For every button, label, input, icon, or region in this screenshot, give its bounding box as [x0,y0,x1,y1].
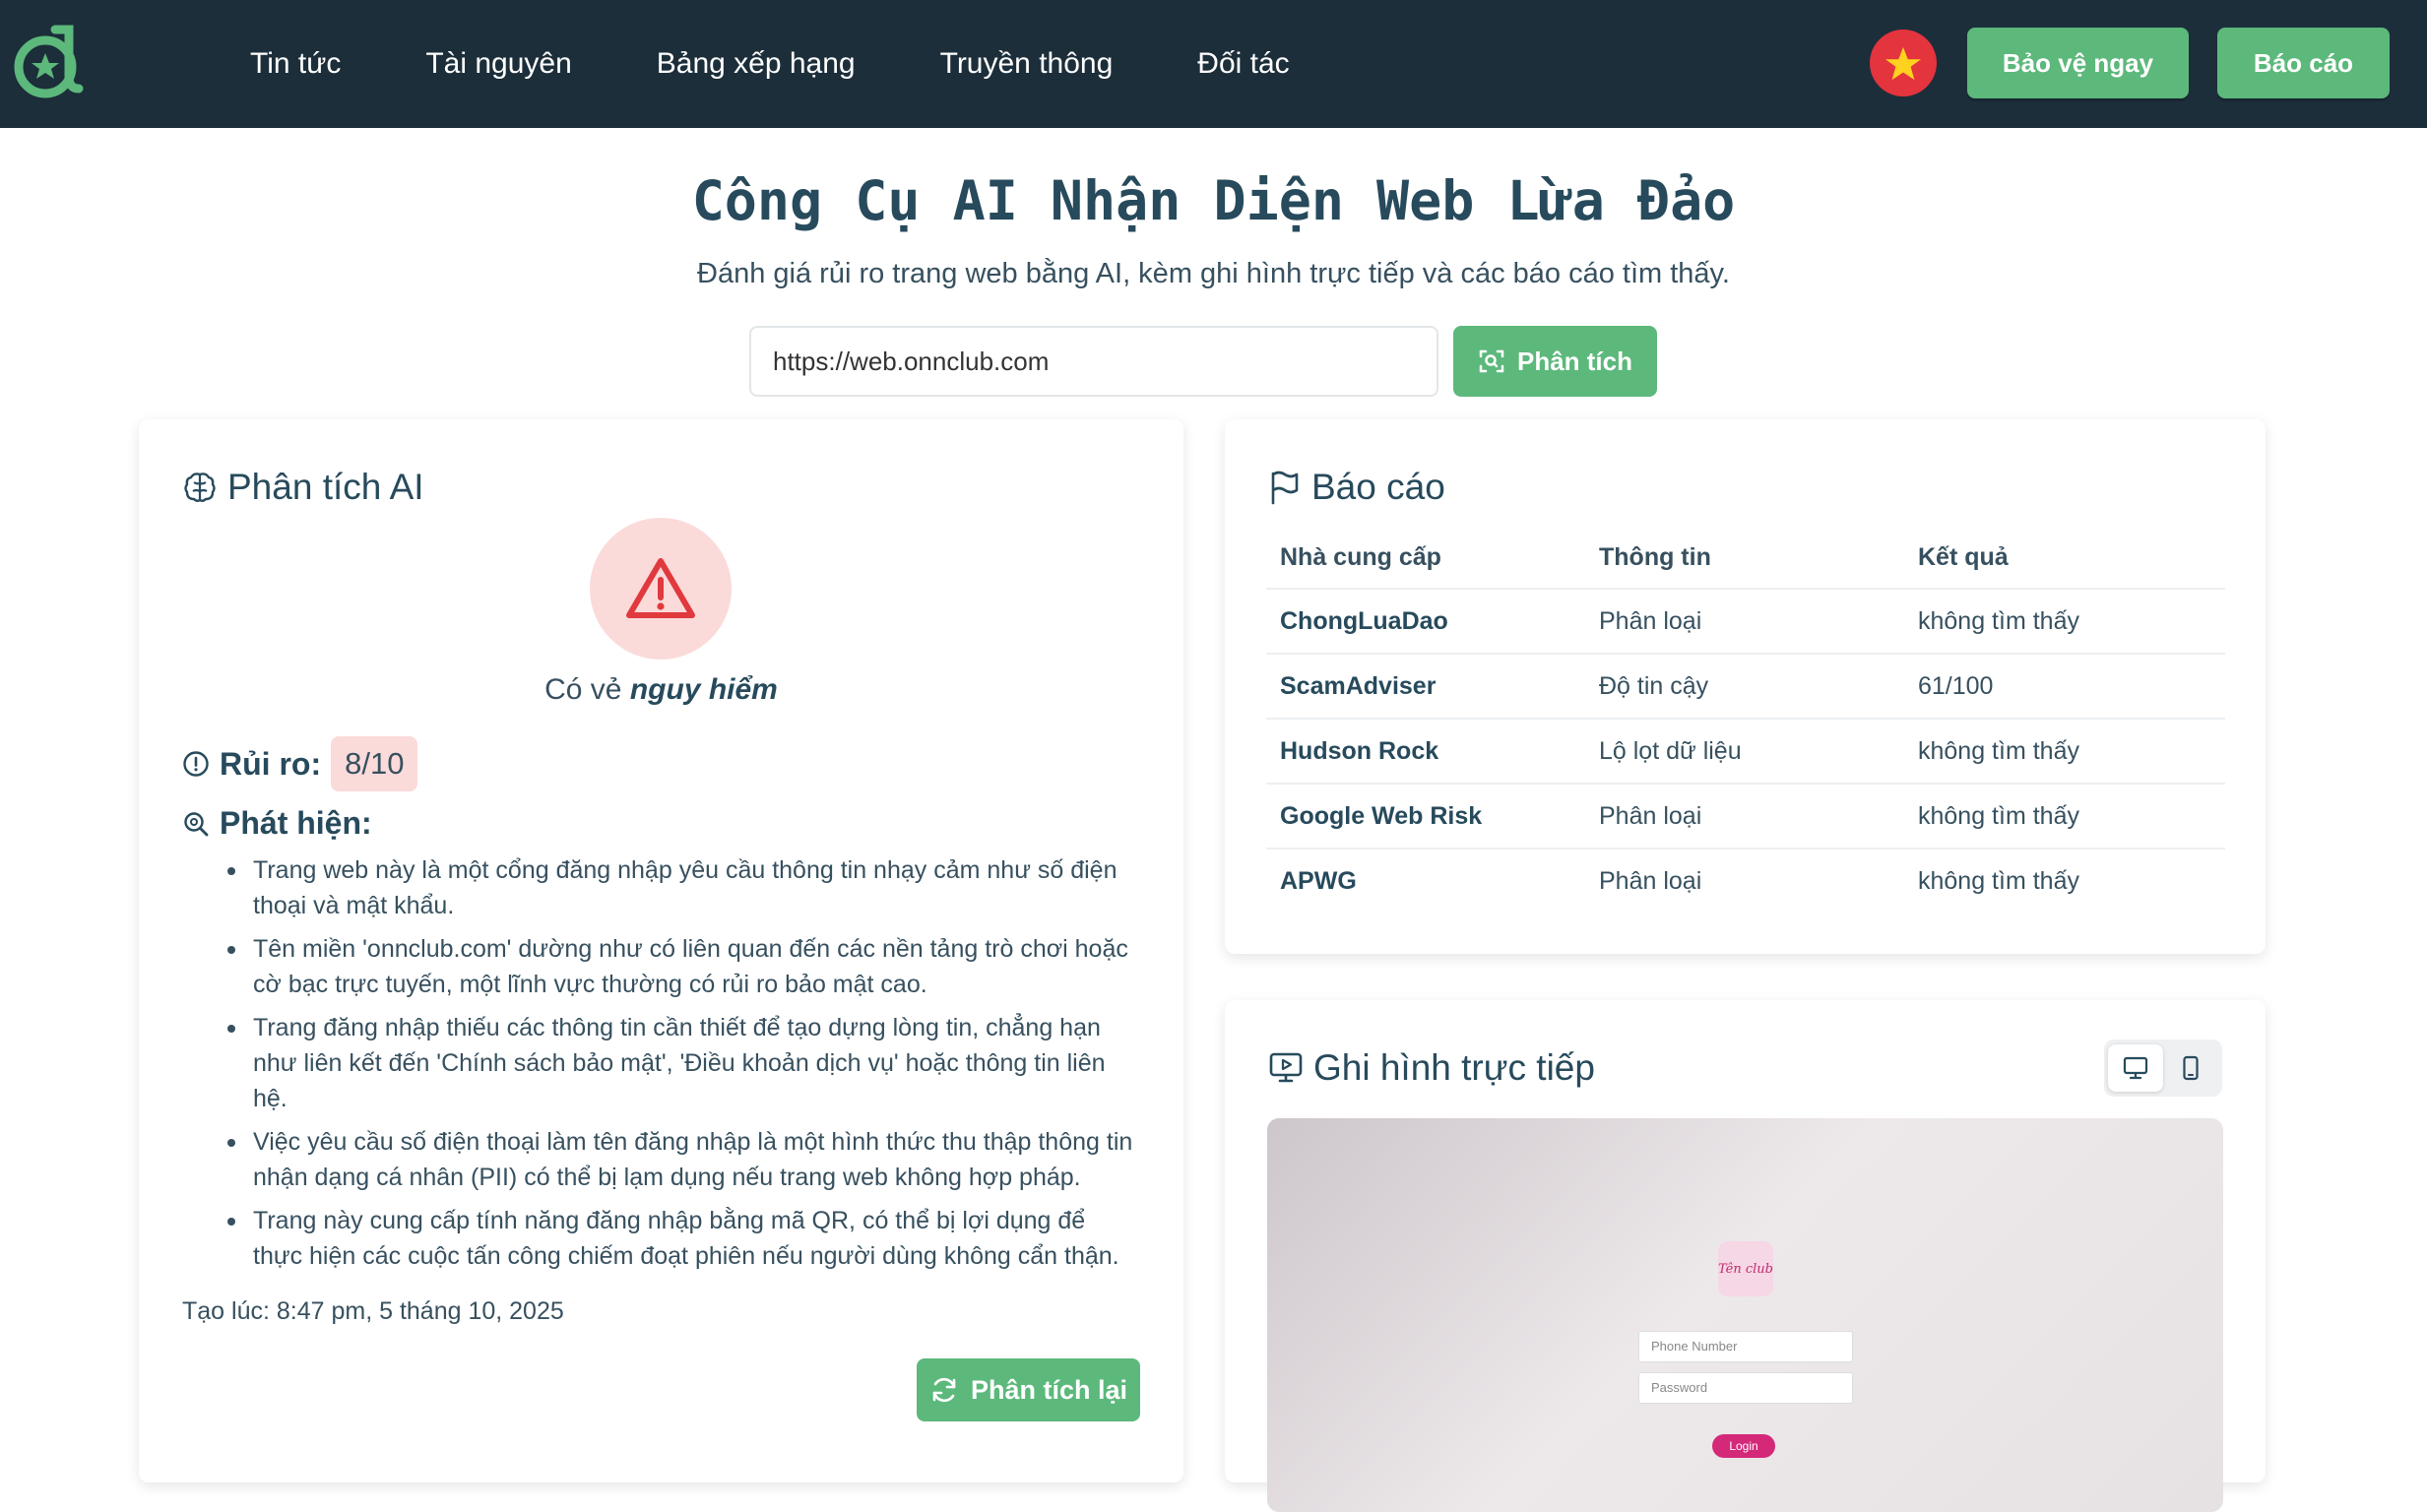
report-title-text: Báo cáo [1311,467,1445,507]
risk-badge: 8/10 [331,736,418,791]
info-cell: Độ tin cậy [1585,654,1904,720]
desktop-icon [2123,1056,2148,1080]
screen-play-icon [1269,1052,1303,1083]
ai-analysis-card: Phân tích AI Có vẻ nguy hiểm Rủi ro: 8/1… [139,419,1183,1482]
flag-icon [1271,471,1299,505]
list-item: Việc yêu cầu số điện thoại làm tên đăng … [227,1124,1139,1195]
screenshot-login-button: Login [1712,1434,1775,1458]
risk-label: Rủi ro: [220,745,322,782]
analyze-button[interactable]: Phân tích [1453,326,1657,397]
report-button[interactable]: Báo cáo [2217,28,2390,98]
main-nav: Tin tức Tài nguyên Bảng xếp hạng Truyền … [250,0,1290,128]
warning-triangle-icon [626,558,695,618]
screenshot-phone-field: Phone Number [1638,1331,1853,1362]
live-recording-card: Ghi hình trực tiếp Tên club Phone Number… [1225,1000,2266,1512]
star-icon [1884,46,1922,81]
device-view-toggle [2104,1040,2222,1097]
list-item: Trang web này là một cổng đăng nhập yêu … [227,852,1139,923]
info-cell: Phân loại [1585,784,1904,850]
provider-cell: ChongLuaDao [1266,589,1585,655]
nav-item-media[interactable]: Truyền thông [940,47,1114,81]
reanalyze-button-label: Phân tích lại [970,1374,1128,1405]
ai-analysis-title: Phân tích AI [182,467,424,508]
page-subtitle: Đánh giá rủi ro trang web bằng AI, kèm g… [697,258,1730,289]
nav-item-partners[interactable]: Đối tác [1197,47,1289,81]
verdict-word: nguy hiểm [629,673,778,706]
live-screenshot: Tên club Phone Number Password Login [1267,1118,2223,1512]
report-table: Nhà cung cấp Thông tin Kết quả ChongLuaD… [1266,528,2225,914]
info-cell: Phân loại [1599,867,1702,895]
risk-score-row: Rủi ro: 8/10 [182,736,418,791]
list-item: Tên miền 'onnclub.com' dường như có liên… [227,931,1139,1002]
table-row: Google Web Risk Phân loại không tìm thấy [1266,784,2225,850]
findings-label: Phát hiện: [220,805,372,841]
verdict-prefix: Có vẻ [544,673,622,706]
table-row: ScamAdviser Độ tin cậy 61/100 [1266,654,2225,720]
danger-indicator [590,518,732,660]
scan-icon [1479,349,1504,373]
live-recording-title-text: Ghi hình trực tiếp [1313,1047,1595,1088]
screenshot-password-field: Password [1638,1372,1853,1404]
created-timestamp: Tạo lúc: 8:47 pm, 5 tháng 10, 2025 [182,1297,564,1325]
result-cell: không tìm thấy [1918,867,2079,895]
vietnam-flag-icon[interactable] [1870,30,1937,96]
live-recording-title: Ghi hình trực tiếp [1268,1047,1595,1089]
findings-list: Trang web này là một cổng đăng nhập yêu … [227,852,1139,1282]
table-row: ChongLuaDao Phân loại không tìm thấy [1266,589,2225,655]
list-item: Trang này cung cấp tính năng đăng nhập b… [227,1203,1139,1274]
nav-item-resources[interactable]: Tài nguyên [425,47,571,81]
nav-item-rankings[interactable]: Bảng xếp hạng [657,47,856,81]
table-row: Hudson Rock Lộ lọt dữ liệu không tìm thấ… [1266,719,2225,785]
column-header-result: Kết quả [1904,528,2225,590]
result-cell: không tìm thấy [1904,589,2225,655]
logo-icon[interactable] [12,24,85,102]
info-cell: Phân loại [1585,589,1904,655]
reanalyze-button[interactable]: Phân tích lại [917,1358,1140,1421]
result-cell: không tìm thấy [1904,719,2225,785]
report-card: Báo cáo Nhà cung cấp Thông tin Kết quả C… [1225,419,2266,954]
info-cell: Lộ lọt dữ liệu [1585,719,1904,785]
report-title: Báo cáo [1268,467,1445,508]
site-logo-image: Tên club [1718,1241,1773,1296]
alert-circle-icon [183,751,209,777]
desktop-view-button[interactable] [2108,1044,2163,1092]
column-header-provider: Nhà cung cấp [1266,528,1585,590]
analyze-button-label: Phân tích [1516,346,1632,376]
provider-cell: ScamAdviser [1266,654,1585,720]
list-item: Trang đăng nhập thiếu các thông tin cần … [227,1010,1139,1116]
nav-item-news[interactable]: Tin tức [250,47,341,81]
search-icon [184,811,209,836]
mobile-icon [2183,1055,2199,1081]
provider-cell: Hudson Rock [1266,719,1585,785]
result-cell: không tìm thấy [1904,784,2225,850]
mobile-view-button[interactable] [2163,1044,2218,1092]
ai-analysis-title-text: Phân tích AI [227,467,424,507]
table-row: APWG Phân loại không tìm thấy [1266,849,2225,914]
top-navbar: Tin tức Tài nguyên Bảng xếp hạng Truyền … [0,0,2427,128]
findings-heading: Phát hiện: [182,805,372,842]
result-cell: 61/100 [1904,654,2225,720]
url-input[interactable] [749,326,1438,397]
protect-now-button[interactable]: Bảo vệ ngay [1967,28,2189,98]
brain-icon [184,472,216,502]
provider-cell: APWG [1280,867,1357,895]
column-header-info: Thông tin [1585,528,1904,590]
provider-cell: Google Web Risk [1266,784,1585,850]
table-header-row: Nhà cung cấp Thông tin Kết quả [1266,528,2225,590]
verdict-text: Có vẻ nguy hiểm [139,673,1183,707]
refresh-icon [932,1377,956,1403]
page-title: Công Cụ AI Nhận Diện Web Lừa Đảo [691,169,1736,232]
